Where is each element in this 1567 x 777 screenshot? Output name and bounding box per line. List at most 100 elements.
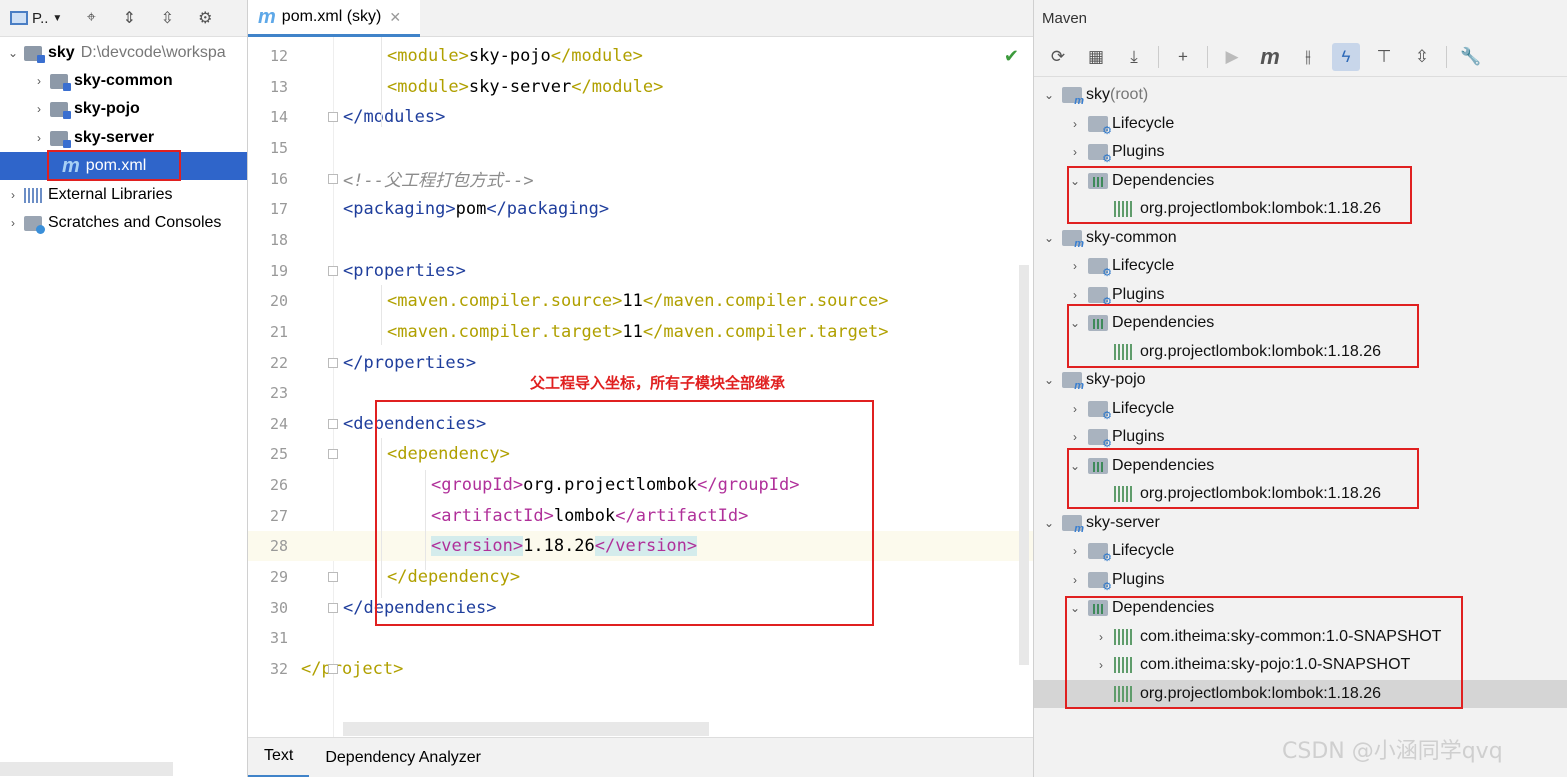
chevron-right-icon[interactable]: › bbox=[1094, 630, 1108, 644]
maven-tree-item[interactable]: org.projectlombok:lombok:1.18.26 bbox=[1034, 195, 1567, 223]
code-line[interactable]: 25 <dependency> bbox=[248, 439, 1033, 469]
chevron-right-icon[interactable]: › bbox=[6, 216, 20, 230]
chevron-right-icon[interactable]: › bbox=[1068, 117, 1082, 131]
horizontal-scrollbar[interactable] bbox=[343, 722, 709, 736]
chevron-right-icon[interactable]: › bbox=[32, 74, 46, 88]
vertical-scrollbar[interactable] bbox=[1019, 265, 1029, 665]
code-line[interactable]: 27 <artifactId>lombok</artifactId> bbox=[248, 501, 1033, 531]
maven-tree-item[interactable]: org.projectlombok:lombok:1.18.26 bbox=[1034, 338, 1567, 366]
chevron-right-icon[interactable]: › bbox=[1068, 288, 1082, 302]
reload-icon[interactable]: ⟳ bbox=[1044, 43, 1072, 71]
fold-marker-icon[interactable] bbox=[328, 449, 338, 460]
code-line[interactable]: 31 bbox=[248, 623, 1033, 653]
tab-pom-xml[interactable]: m pom.xml (sky) ✕ bbox=[248, 0, 420, 37]
maven-tree-item[interactable]: ⌄ sky-pojo bbox=[1034, 366, 1567, 394]
fold-marker-icon[interactable] bbox=[328, 664, 338, 674]
chevron-right-icon[interactable]: › bbox=[32, 102, 46, 116]
code-line[interactable]: 21 <maven.compiler.target>11</maven.compi… bbox=[248, 317, 1033, 347]
maven-tree-item[interactable]: ⌄ sky-common bbox=[1034, 224, 1567, 252]
expand-all-icon[interactable]: ⇕ bbox=[116, 5, 142, 31]
run-icon[interactable]: ▶ bbox=[1218, 43, 1246, 71]
maven-tree-item[interactable]: ⌄ sky-server bbox=[1034, 509, 1567, 537]
tree-item-sky-pojo[interactable]: › sky-pojo bbox=[0, 95, 247, 123]
generate-sources-icon[interactable]: ▦ bbox=[1082, 43, 1110, 71]
code-line[interactable]: 15 bbox=[248, 133, 1033, 163]
tree-item-sky[interactable]: ⌄ sky D:\devcode\workspa bbox=[0, 39, 247, 67]
code-line[interactable]: 12 <module>sky-pojo</module> bbox=[248, 41, 1033, 71]
code-line[interactable]: 18 bbox=[248, 225, 1033, 255]
maven-tree-item[interactable]: org.projectlombok:lombok:1.18.26 bbox=[1034, 679, 1567, 708]
fold-marker-icon[interactable] bbox=[328, 572, 338, 583]
chevron-right-icon[interactable]: › bbox=[1068, 430, 1082, 444]
chevron-down-icon[interactable]: ⌄ bbox=[6, 46, 20, 60]
maven-tree-item[interactable]: ⌄ Dependencies bbox=[1034, 452, 1567, 480]
tab-text[interactable]: Text bbox=[248, 738, 310, 777]
chevron-down-icon[interactable]: ⌄ bbox=[1042, 88, 1056, 102]
chevron-down-icon[interactable]: ⌄ bbox=[1068, 316, 1082, 330]
chevron-down-icon[interactable]: ⌄ bbox=[1068, 601, 1082, 615]
horizontal-scrollbar[interactable] bbox=[0, 762, 173, 776]
maven-tree-item[interactable]: › Lifecycle bbox=[1034, 395, 1567, 423]
chevron-right-icon[interactable]: › bbox=[1068, 544, 1082, 558]
collapse-icon[interactable]: ⇳ bbox=[1408, 43, 1436, 71]
show-dependencies-icon[interactable]: ⊤ bbox=[1370, 43, 1398, 71]
maven-tree-item[interactable]: › Plugins bbox=[1034, 423, 1567, 451]
code-line[interactable]: 17 <packaging>pom</packaging> bbox=[248, 194, 1033, 224]
close-icon[interactable]: ✕ bbox=[389, 9, 401, 26]
fold-marker-icon[interactable] bbox=[328, 357, 338, 368]
maven-tree-item[interactable]: › Plugins bbox=[1034, 138, 1567, 166]
code-line[interactable]: 16 <!--父工程打包方式--> bbox=[248, 164, 1033, 194]
chevron-right-icon[interactable]: › bbox=[1094, 658, 1108, 672]
code-line[interactable]: 29 </dependency> bbox=[248, 562, 1033, 592]
chevron-right-icon[interactable]: › bbox=[1068, 259, 1082, 273]
chevron-down-icon[interactable]: ⌄ bbox=[1068, 459, 1082, 473]
project-view-selector[interactable]: P.. ▼ bbox=[10, 10, 62, 27]
tree-item-scratches[interactable]: › Scratches and Consoles bbox=[0, 209, 247, 237]
chevron-down-icon[interactable]: ⌄ bbox=[1042, 516, 1056, 530]
maven-tree-item[interactable]: › Plugins bbox=[1034, 281, 1567, 309]
fold-marker-icon[interactable] bbox=[328, 265, 338, 276]
code-line[interactable]: 24 <dependencies> bbox=[248, 409, 1033, 439]
maven-tree-item[interactable]: ⌄ Dependencies bbox=[1034, 167, 1567, 195]
chevron-right-icon[interactable]: › bbox=[6, 188, 20, 202]
maven-tree-item[interactable]: ⌄ sky (root) bbox=[1034, 81, 1567, 109]
wrench-icon[interactable]: 🔧 bbox=[1457, 43, 1485, 71]
gear-icon[interactable]: ⚙ bbox=[192, 5, 218, 31]
chevron-down-icon[interactable]: ⌄ bbox=[1042, 373, 1056, 387]
chevron-down-icon[interactable]: ⌄ bbox=[1068, 174, 1082, 188]
fold-marker-icon[interactable] bbox=[328, 418, 338, 429]
chevron-right-icon[interactable]: › bbox=[1068, 402, 1082, 416]
code-line[interactable]: 32 </project> bbox=[248, 654, 1033, 684]
code-line[interactable]: 14 </modules> bbox=[248, 102, 1033, 132]
maven-tree-item[interactable]: org.projectlombok:lombok:1.18.26 bbox=[1034, 480, 1567, 508]
maven-tree-item[interactable]: › Lifecycle bbox=[1034, 537, 1567, 565]
code-line[interactable]: 19 <properties> bbox=[248, 256, 1033, 286]
maven-tree-item[interactable]: › com.itheima:sky-common:1.0-SNAPSHOT bbox=[1034, 623, 1567, 651]
code-line[interactable]: 28 <version>1.18.26</version> bbox=[248, 531, 1033, 562]
toggle-offline-icon[interactable]: ⫲ bbox=[1294, 43, 1322, 71]
code-line[interactable]: 13 <module>sky-server</module> bbox=[248, 72, 1033, 102]
tree-item-external-libraries[interactable]: › External Libraries bbox=[0, 181, 247, 209]
maven-tree-item[interactable]: › com.itheima:sky-pojo:1.0-SNAPSHOT bbox=[1034, 651, 1567, 679]
fold-marker-icon[interactable] bbox=[328, 112, 338, 123]
tree-item-sky-common[interactable]: › sky-common bbox=[0, 67, 247, 95]
code-line[interactable]: 26 <groupId>org.projectlombok</groupId> bbox=[248, 470, 1033, 500]
chevron-right-icon[interactable]: › bbox=[1068, 145, 1082, 159]
fold-marker-icon[interactable] bbox=[328, 173, 338, 184]
maven-tree-item[interactable]: › Plugins bbox=[1034, 566, 1567, 594]
tab-dependency-analyzer[interactable]: Dependency Analyzer bbox=[309, 738, 497, 777]
code-line[interactable]: 30 </dependencies> bbox=[248, 593, 1033, 623]
tree-item-pom-xml[interactable]: m pom.xml bbox=[0, 152, 247, 180]
download-icon[interactable]: ⤓ bbox=[1120, 43, 1148, 71]
locate-icon[interactable]: ⌖ bbox=[78, 5, 104, 31]
maven-tree-item[interactable]: ⌄ Dependencies bbox=[1034, 594, 1567, 622]
maven-goal-icon[interactable]: m bbox=[1256, 43, 1284, 71]
chevron-right-icon[interactable]: › bbox=[32, 131, 46, 145]
maven-tree-item[interactable]: › Lifecycle bbox=[1034, 110, 1567, 138]
chevron-right-icon[interactable]: › bbox=[1068, 573, 1082, 587]
chevron-down-icon[interactable]: ⌄ bbox=[1042, 231, 1056, 245]
add-icon[interactable]: + bbox=[1169, 43, 1197, 71]
skip-tests-icon[interactable]: ϟ bbox=[1332, 42, 1360, 71]
fold-marker-icon[interactable] bbox=[328, 602, 338, 613]
maven-tree-item[interactable]: › Lifecycle bbox=[1034, 252, 1567, 280]
